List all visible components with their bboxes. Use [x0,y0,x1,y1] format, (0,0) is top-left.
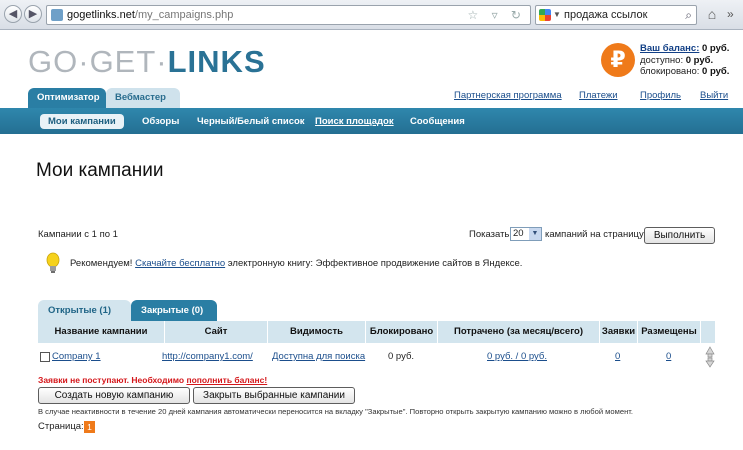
url-host: gogetlinks.net [67,9,135,21]
inactivity-note: В случае неактивности в течение 20 дней … [38,407,634,416]
per-page-suffix: кампаний на страницу [545,229,644,240]
col-visibility[interactable]: Видимость [268,321,366,343]
campaign-requests-link[interactable]: 0 [615,351,620,362]
nav-my-campaigns[interactable]: Мои кампании [40,114,124,129]
warning-text: Заявки не поступают. Необходимо [38,375,185,385]
nav-blackwhite-list[interactable]: Черный/Белый список [197,114,305,129]
nav-site-search[interactable]: Поиск площадок [315,114,394,129]
tab-optimizer[interactable]: Оптимизатор [28,88,106,108]
site-logo[interactable]: GO·GET·LINKS [28,44,266,80]
per-page-control: Показать 20 ▼ кампаний на страницу [469,227,644,242]
blocked-label: блокировано: [640,66,700,77]
back-arrow-icon[interactable]: ◀ [4,5,22,23]
page-title: Мои кампании [36,160,164,181]
forward-arrow-icon[interactable]: ▶ [24,5,42,23]
pagination-label: Страница: [38,421,84,432]
balance-link[interactable]: Ваш баланс: [640,43,699,54]
browser-toolbar: ◀ ▶ gogetlinks.net/my_campaigns.php ☆ ▿ … [0,0,743,30]
nav-messages[interactable]: Сообщения [410,114,465,129]
partner-program-link[interactable]: Партнерская программа [454,90,562,101]
tab-open-campaigns[interactable]: Открытые (1) [38,300,131,321]
tip-suffix: электронную книгу: Эффективное продвижен… [227,258,523,269]
campaign-spent-link[interactable]: 0 руб. / 0 руб. [487,351,547,362]
logout-link[interactable]: Выйти [700,90,728,101]
row-checkbox[interactable] [40,352,50,362]
address-bar[interactable]: gogetlinks.net/my_campaigns.php ☆ ▿ ↻ [46,5,531,25]
campaign-count: Кампании с 1 по 1 [38,229,118,240]
browser-search-input[interactable]: ▼ продажа ссылок ⌕ [535,5,697,25]
google-icon [539,9,551,21]
balance-value: 0 руб. [702,43,730,54]
apply-button[interactable]: Выполнить [644,227,715,244]
table-header: Название кампании Сайт Видимость Блокиро… [38,321,715,343]
download-book-link[interactable]: Скачайте бесплатно [135,258,225,269]
available-value: 0 руб. [685,54,714,66]
lightbulb-icon [46,252,60,273]
campaign-name-link[interactable]: Company 1 [52,351,101,362]
sort-arrows-icon[interactable] [705,346,715,368]
col-requests[interactable]: Заявки [600,321,638,343]
top-up-balance-link[interactable]: пополнить баланс! [186,375,267,385]
menu-icon[interactable]: » [727,5,741,23]
logo-part-go: GO [28,44,79,79]
create-campaign-button[interactable]: Создать новую кампанию [38,387,190,404]
col-name[interactable]: Название кампании [38,321,165,343]
chevron-down-icon[interactable]: ▼ [553,6,561,24]
balance-panel: Ваш баланс: 0 руб. доступно: 0 руб. блок… [640,43,729,78]
tip-prefix: Рекомендуем! [70,258,133,269]
search-text: продажа ссылок [564,9,648,21]
available-label: доступно: [640,54,684,66]
page-1-button[interactable]: 1 [84,421,95,433]
col-placed[interactable]: Размещены [638,321,701,343]
per-page-select[interactable]: 20 ▼ [510,227,542,241]
tab-closed-campaigns[interactable]: Закрытые (0) [131,300,217,321]
profile-link[interactable]: Профиль [640,90,681,101]
main-nav: Мои кампании Обзоры Черный/Белый список … [0,108,743,134]
close-selected-button[interactable]: Закрыть выбранные кампании [193,387,355,404]
chevron-down-icon: ▼ [529,228,541,240]
warning-message: Заявки не поступают. Необходимо пополнит… [38,375,267,385]
col-spent[interactable]: Потрачено (за месяц/всего) [438,321,600,343]
col-site[interactable]: Сайт [165,321,268,343]
logo-part-links: LINKS [167,44,266,79]
campaign-blocked: 0 руб. [388,351,415,362]
campaign-placed-link[interactable]: 0 [666,351,671,362]
ruble-icon: ₽ [601,43,635,77]
logo-part-get: GET [89,44,157,79]
bookmark-star-icon[interactable]: ☆ ▿ ↻ [467,6,526,24]
per-page-label: Показать [469,229,510,240]
campaign-visibility-link[interactable]: Доступна для поиска [272,351,365,362]
search-icon[interactable]: ⌕ [685,6,692,24]
site-favicon-icon [51,9,63,21]
url-path: /my_campaigns.php [134,9,234,21]
per-page-value: 20 [513,228,524,239]
campaign-site-link[interactable]: http://company1.com/ [162,351,253,362]
payments-link[interactable]: Платежи [579,90,618,101]
tab-webmaster[interactable]: Вебмастер [106,88,180,108]
blocked-value: 0 руб. [702,66,730,77]
nav-reviews[interactable]: Обзоры [142,114,179,129]
col-blocked[interactable]: Блокировано [366,321,438,343]
table-row: Company 1 http://company1.com/ Доступна … [38,343,715,371]
home-icon[interactable]: ⌂ [703,5,721,23]
pagination: Страница: 1 [38,421,95,433]
